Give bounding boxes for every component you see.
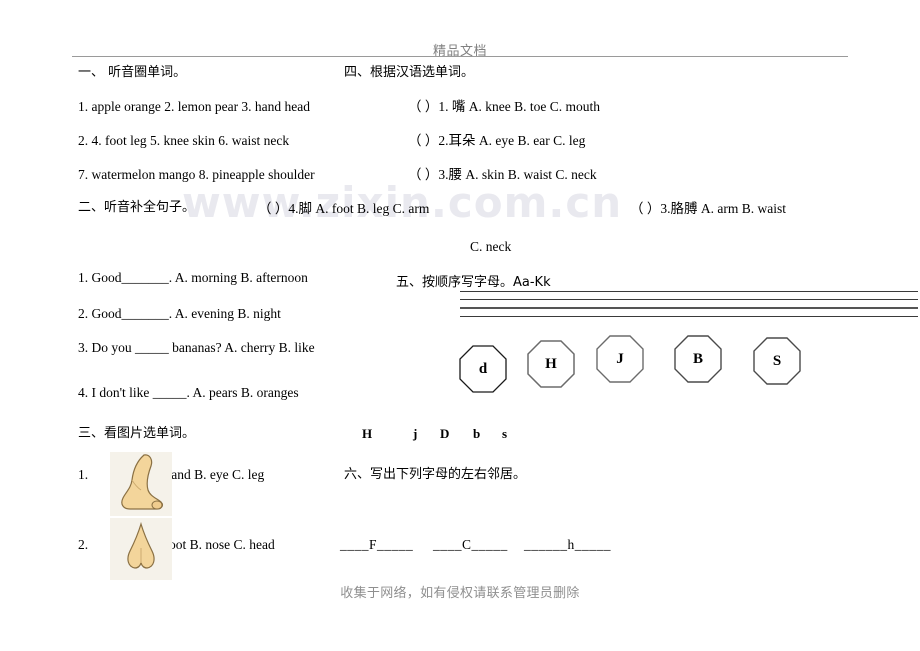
writing-rule-line-2 (460, 299, 918, 300)
section-3-heading: 三、看图片选单词。 (78, 426, 196, 441)
section-2-item-3: 3. Do you _____ bananas? A. cherry B. li… (78, 340, 315, 355)
letter-choice-b: b (473, 426, 481, 441)
octagon-letter-B: B (674, 335, 722, 383)
section-4-item-2: （ ）2.耳朵 A. eye B. ear C. leg (408, 133, 586, 148)
section-6-blank-3: ______h_____ (524, 537, 611, 552)
octagon-letter-d-text: d (478, 360, 488, 377)
section-1-line-3: 7. watermelon mango 8. pineapple shoulde… (78, 167, 315, 182)
section-6-blank-2: ____C_____ (433, 537, 508, 552)
writing-rule-line-3 (460, 307, 918, 309)
section-2-item-2: 2. Good_______. A. evening B. night (78, 306, 281, 321)
section-4-heading: 四、根据汉语选单词。 (344, 65, 475, 80)
section-4-item-4: （ ）4.脚 A. foot B. leg C. arm (258, 201, 430, 216)
octagon-letter-J: J (596, 335, 644, 383)
section-2-heading: 二、听音补全句子。 (78, 200, 196, 215)
octagon-letter-B-text: B (692, 350, 703, 367)
octagon-letter-S-text: S (772, 352, 782, 369)
section-4-item-6: C. neck (470, 239, 512, 254)
section-2-item-4: 4. I don't like _____. A. pears B. orang… (78, 385, 299, 400)
section-1-line-2: 2. 4. foot leg 5. knee skin 6. waist nec… (78, 133, 290, 148)
foot-photo (110, 452, 172, 516)
section-1-line-1: 1. apple orange 2. lemon pear 3. hand he… (78, 99, 311, 114)
section-6-blank-1: ____F_____ (340, 537, 414, 552)
section-3-item-1-number: 1. (78, 467, 89, 482)
section-6-heading: 六、写出下列字母的左右邻居。 (344, 467, 527, 482)
letter-choice-s: s (502, 426, 508, 441)
writing-rule-line-1 (460, 291, 918, 292)
nose-photo (110, 518, 172, 580)
worksheet-page: 精品文档 www.zixin.com.cn 一、 听音圈单词。 1. apple… (0, 0, 920, 651)
header-divider (72, 56, 848, 57)
octagon-letter-S: S (753, 337, 801, 385)
octagon-letter-d: d (459, 345, 507, 393)
letter-choice-D: D (440, 426, 450, 441)
section-1-heading: 一、 听音圈单词。 (78, 65, 187, 80)
octagon-letter-H-text: H (545, 355, 557, 372)
writing-rule-line-4 (460, 316, 918, 317)
section-3-item-2-number: 2. (78, 537, 89, 552)
section-2-item-1: 1. Good_______. A. morning B. afternoon (78, 270, 308, 285)
letter-choice-j: j (413, 426, 418, 441)
section-4-item-5: （ ）3.胳膊 A. arm B. waist (630, 201, 786, 216)
section-4-item-3: （ ）3.腰 A. skin B. waist C. neck (408, 167, 597, 182)
octagon-letter-H: H (527, 340, 575, 388)
letter-choice-H: H (362, 426, 373, 441)
octagon-letter-J-text: J (616, 350, 624, 367)
section-4-item-1: （ ）1. 嘴 A. knee B. toe C. mouth (408, 99, 600, 114)
section-5-heading: 五、按顺序写字母。Aa-Kk (396, 275, 551, 290)
page-footer-notice: 收集于网络，如有侵权请联系管理员删除 (340, 586, 580, 601)
